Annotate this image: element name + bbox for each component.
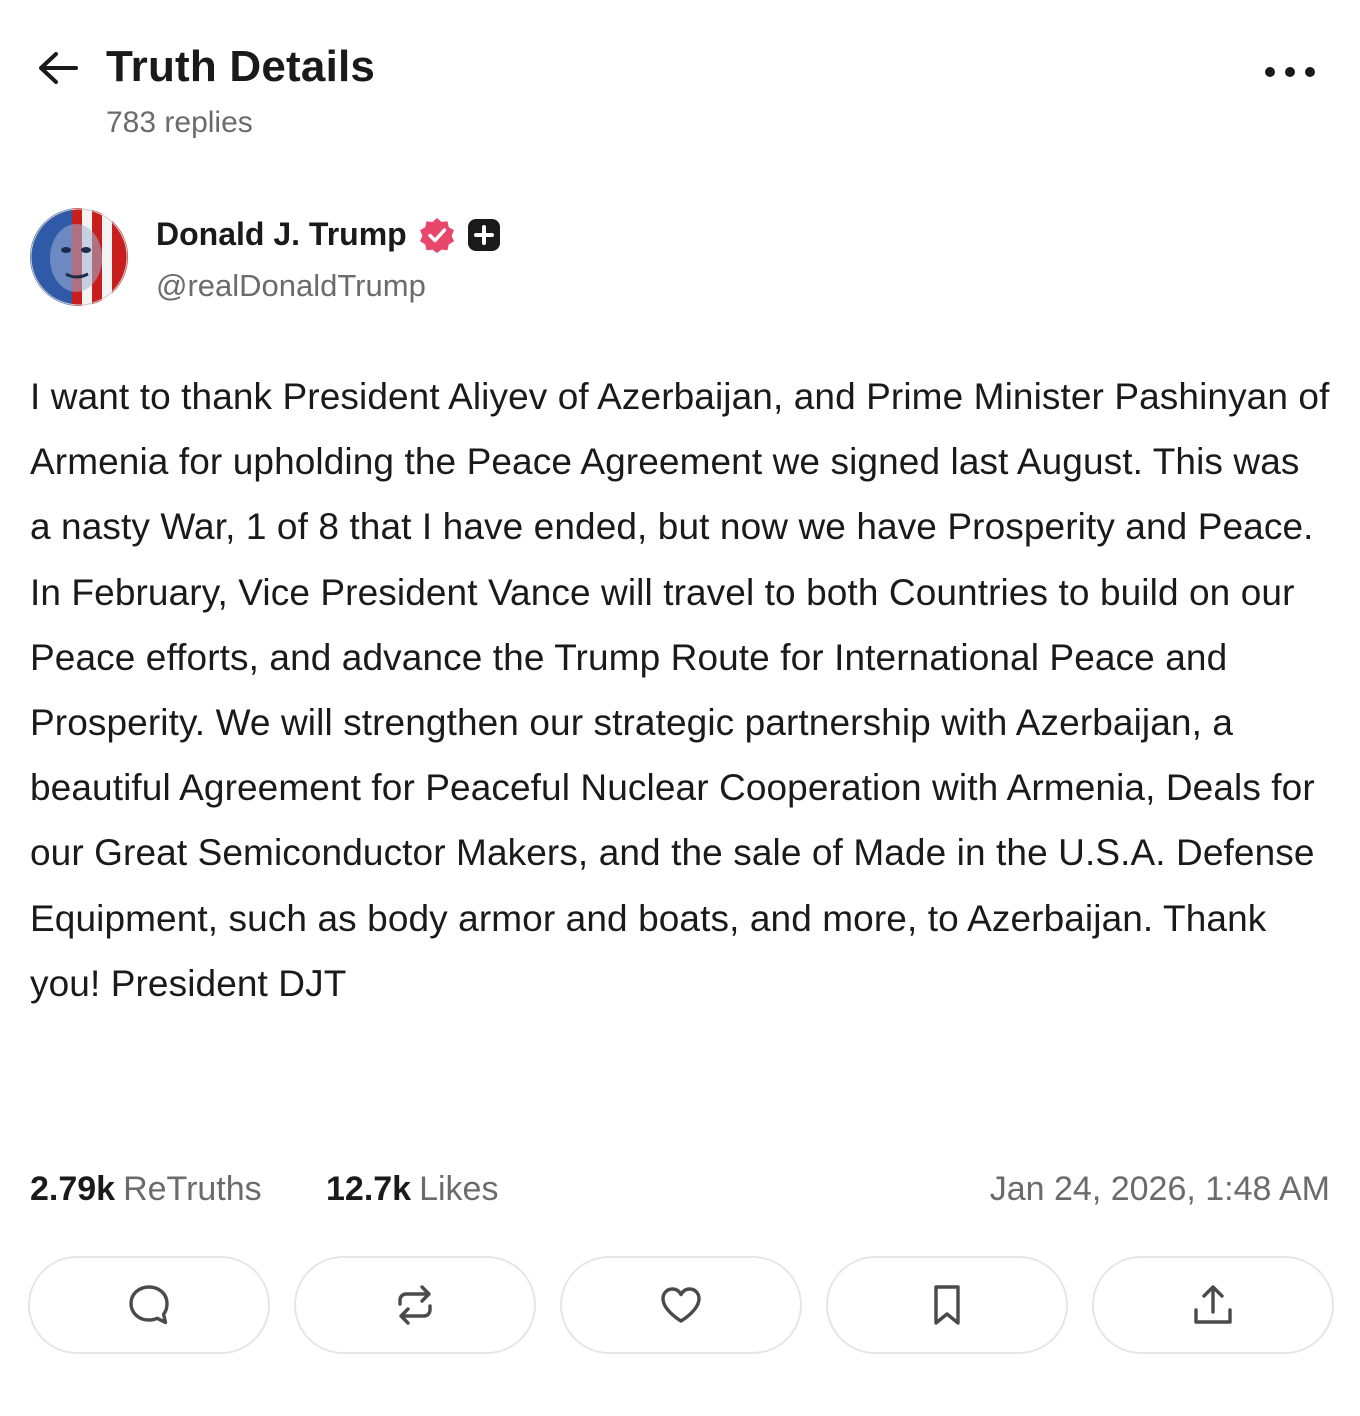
page-title: Truth Details	[106, 42, 376, 91]
reply-icon	[129, 1285, 169, 1325]
bookmark-icon	[934, 1285, 960, 1325]
like-button[interactable]	[560, 1256, 802, 1354]
retruth-icon	[398, 1285, 432, 1325]
author-handle[interactable]: @realDonaldTrump	[156, 268, 426, 304]
avatar[interactable]	[30, 208, 128, 306]
more-options-button[interactable]	[1262, 60, 1318, 84]
page-header: Truth Details 783 replies	[36, 40, 1326, 150]
retruth-button[interactable]	[294, 1256, 536, 1354]
back-button[interactable]	[36, 50, 80, 86]
plus-badge-icon	[467, 218, 500, 251]
retruths-label: ReTruths	[123, 1170, 262, 1208]
avatar-image	[30, 208, 128, 306]
arrow-left-icon	[39, 52, 78, 84]
reply-button[interactable]	[28, 1256, 270, 1354]
retruths-count: 2.79k	[30, 1170, 116, 1208]
post-timestamp: Jan 24, 2026, 1:48 AM	[989, 1170, 1330, 1208]
author-block: Donald J. Trump @realDonaldTrump	[30, 208, 930, 318]
share-button[interactable]	[1092, 1256, 1334, 1354]
bookmark-button[interactable]	[826, 1256, 1068, 1354]
heart-icon	[661, 1287, 701, 1323]
post-stats: 2.79k ReTruths 12.7k Likes Jan 24, 2026, 1…	[30, 1170, 1330, 1220]
post-text: I want to thank President Aliyev of Azer…	[30, 376, 1330, 1004]
more-horizontal-icon	[1265, 67, 1315, 77]
author-display-name[interactable]: Donald J. Trump	[156, 216, 407, 253]
likes-count: 12.7k	[326, 1170, 412, 1208]
likes-label: Likes	[419, 1170, 499, 1208]
share-icon	[1194, 1285, 1232, 1324]
verified-badge-icon	[419, 217, 454, 253]
author-name-row: Donald J. Trump	[156, 216, 501, 253]
retruths-stat[interactable]: 2.79k ReTruths	[30, 1170, 262, 1209]
reply-count: 783 replies	[106, 106, 253, 139]
likes-stat[interactable]: 12.7k Likes	[326, 1170, 498, 1209]
action-bar	[28, 1256, 1334, 1358]
